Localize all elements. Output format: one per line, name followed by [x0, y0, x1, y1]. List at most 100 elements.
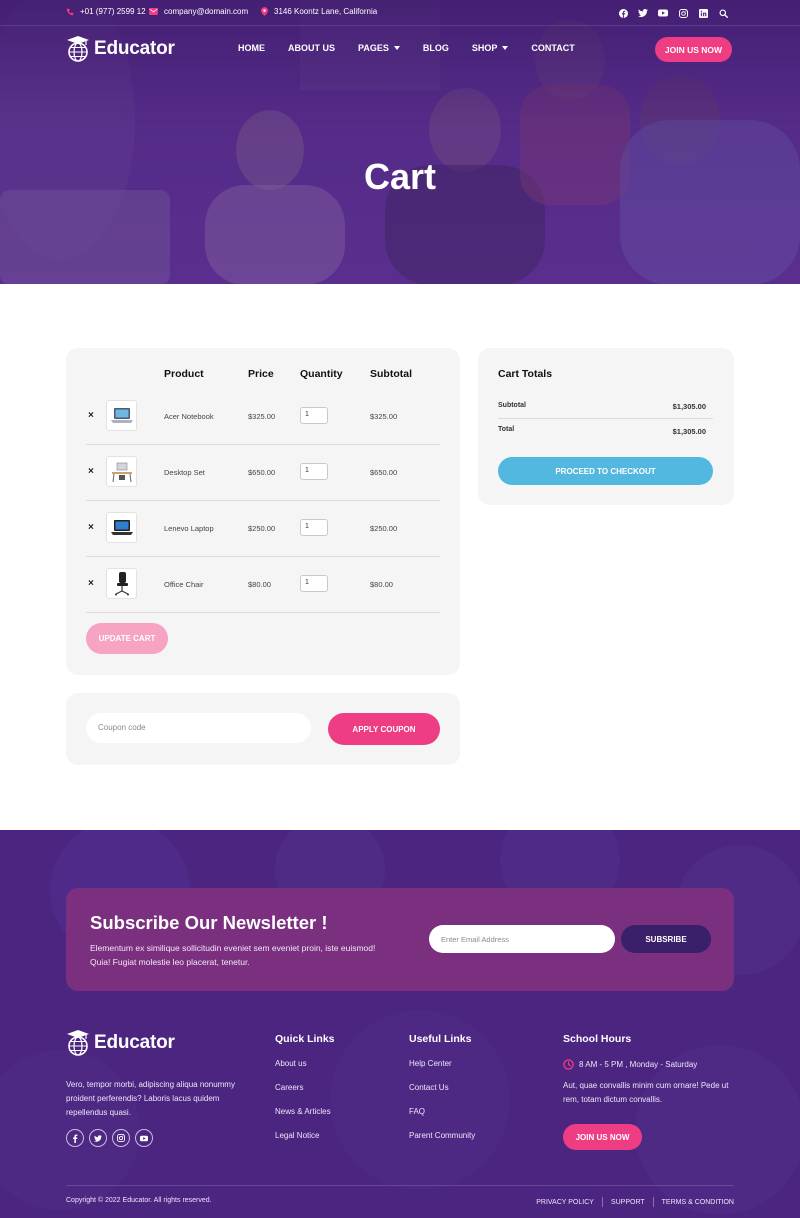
footer-about-text: Vero, tempor morbi, adipiscing aliqua no… [66, 1080, 235, 1117]
nav-item-contact[interactable]: CONTACT [531, 43, 574, 53]
topbar-address-text: 3146 Koontz Lane, California [274, 7, 378, 16]
coupon-input[interactable]: Coupon code [86, 713, 311, 743]
remove-item-icon[interactable]: × [88, 410, 94, 421]
chevron-down-icon [502, 46, 509, 50]
legal-links: PRIVACY POLICY SUPPORT TERMS & CONDITION [536, 1197, 734, 1207]
product-name[interactable]: Lenevo Laptop [164, 524, 214, 533]
product-name[interactable]: Acer Notebook [164, 412, 214, 421]
header-price: Price [248, 368, 274, 380]
subtotal-label: Subtotal [498, 402, 526, 409]
product-name[interactable]: Office Chair [164, 580, 203, 589]
instagram-icon[interactable] [676, 6, 690, 20]
nav-item-pages[interactable]: PAGES [358, 43, 400, 53]
remove-item-icon[interactable]: × [88, 466, 94, 477]
terms-link[interactable]: TERMS & CONDITION [662, 1199, 734, 1206]
footer-link-careers[interactable]: Careers [275, 1083, 335, 1107]
product-price: $325.00 [248, 412, 276, 421]
page-title: Cart [363, 156, 437, 197]
privacy-policy-link[interactable]: PRIVACY POLICY [536, 1199, 594, 1206]
quantity-input[interactable]: 1 [300, 575, 328, 592]
product-price: $650.00 [248, 468, 276, 477]
newsletter-panel: Subscribe Our Newsletter ! Elementum ex … [66, 888, 734, 991]
subscribe-button[interactable]: SUBSRIBE [621, 925, 711, 953]
join-us-button[interactable]: JOIN US NOW [655, 37, 732, 62]
nav-item-about[interactable]: ABOUT US [288, 43, 335, 53]
nav-item-home[interactable]: HOME [238, 43, 265, 53]
total-label: Total [498, 426, 515, 433]
school-hours-column: School Hours 8 AM - 5 PM , Monday - Satu… [563, 1033, 738, 1107]
newsletter-text: Elementum ex similique sollicitudin even… [90, 943, 376, 967]
table-row: × Lenevo Laptop $250.00 1 $250.00 [66, 500, 460, 557]
coupon-panel: Coupon code APPLY COUPON [66, 693, 460, 765]
header-product: Product [164, 368, 204, 380]
quantity-input[interactable]: 1 [300, 519, 328, 536]
topbar-address: 3146 Koontz Lane, California [261, 7, 377, 16]
school-hours-text: Aut, quae convallis minim cum ornare! Pe… [563, 1081, 729, 1104]
proceed-to-checkout-button[interactable]: PROCEED TO CHECKOUT [498, 457, 713, 485]
quantity-input[interactable]: 1 [300, 463, 328, 480]
instagram-icon[interactable] [112, 1129, 130, 1147]
legal-separator [601, 1197, 603, 1207]
hero-header: +01 (977) 2599 12 company@domain.com 314… [0, 0, 800, 284]
youtube-icon[interactable] [656, 6, 670, 20]
useful-links-column: Useful Links Help Center Contact Us FAQ … [409, 1033, 475, 1155]
total-value: $1,305.00 [672, 427, 706, 436]
quantity-input[interactable]: 1 [300, 407, 328, 424]
nav-item-blog[interactable]: BLOG [423, 43, 449, 53]
quick-links-title: Quick Links [275, 1033, 335, 1045]
footer-link-parent-community[interactable]: Parent Community [409, 1131, 475, 1155]
newsletter-email-input[interactable]: Enter Email Address [429, 925, 615, 953]
twitter-icon[interactable] [89, 1129, 107, 1147]
update-cart-button[interactable]: UPDATE CART [86, 623, 168, 654]
cart-table: Product Price Quantity Subtotal × Acer N… [66, 348, 460, 675]
laptop-dark-icon[interactable] [106, 512, 137, 543]
nav-label: HOME [238, 43, 265, 53]
footer-join-us-button[interactable]: JOIN US NOW [563, 1124, 642, 1150]
search-icon[interactable] [716, 6, 730, 20]
topbar-phone[interactable]: +01 (977) 2599 12 [66, 7, 146, 16]
phone-icon [66, 8, 74, 15]
product-price: $250.00 [248, 524, 276, 533]
product-price: $80.00 [248, 580, 271, 589]
totals-divider [498, 418, 713, 419]
footer-divider [66, 1185, 734, 1186]
nav-item-shop[interactable]: SHOP [472, 43, 509, 53]
laptop-icon[interactable] [106, 400, 137, 431]
clock-icon [563, 1059, 574, 1070]
footer-link-legal-notice[interactable]: Legal Notice [275, 1131, 335, 1155]
subtotal-value: $1,305.00 [672, 402, 706, 411]
facebook-icon[interactable] [66, 1129, 84, 1147]
topbar-phone-text: +01 (977) 2599 12 [80, 7, 146, 16]
chevron-down-icon [393, 46, 400, 50]
footer-link-contact-us[interactable]: Contact Us [409, 1083, 475, 1107]
legal-separator [652, 1197, 654, 1207]
topbar-email[interactable]: company@domain.com [149, 7, 248, 16]
envelope-icon [149, 8, 158, 15]
copyright-text: Copyright © 2022 Educator. All rights re… [66, 1197, 212, 1204]
nav-label: BLOG [422, 43, 449, 53]
footer-link-help-center[interactable]: Help Center [409, 1059, 475, 1083]
site-footer: Subscribe Our Newsletter ! Elementum ex … [0, 830, 800, 1218]
footer-logo[interactable]: Educator [66, 1029, 175, 1057]
main-navbar: Educator HOME ABOUT US PAGES BLOG SHOP C… [0, 26, 800, 74]
twitter-icon[interactable] [636, 6, 650, 20]
support-link[interactable]: SUPPORT [611, 1199, 645, 1206]
footer-link-news-articles[interactable]: News & Articles [275, 1107, 335, 1131]
logo-text: Educator [94, 38, 175, 59]
useful-links-title: Useful Links [409, 1033, 472, 1045]
remove-item-icon[interactable]: × [88, 522, 94, 533]
nav-label: CONTACT [531, 43, 575, 53]
facebook-icon[interactable] [616, 6, 630, 20]
desktop-set-icon[interactable] [106, 456, 137, 487]
topbar-email-text: company@domain.com [164, 7, 249, 16]
remove-item-icon[interactable]: × [88, 578, 94, 589]
youtube-icon[interactable] [135, 1129, 153, 1147]
site-logo[interactable]: Educator [66, 35, 175, 63]
product-subtotal: $250.00 [370, 524, 398, 533]
product-name[interactable]: Desktop Set [164, 468, 205, 477]
footer-link-faq[interactable]: FAQ [409, 1107, 475, 1131]
linkedin-icon[interactable] [696, 6, 710, 20]
apply-coupon-button[interactable]: APPLY COUPON [328, 713, 440, 745]
office-chair-icon[interactable] [106, 568, 137, 599]
footer-link-about-us[interactable]: About us [275, 1059, 335, 1083]
